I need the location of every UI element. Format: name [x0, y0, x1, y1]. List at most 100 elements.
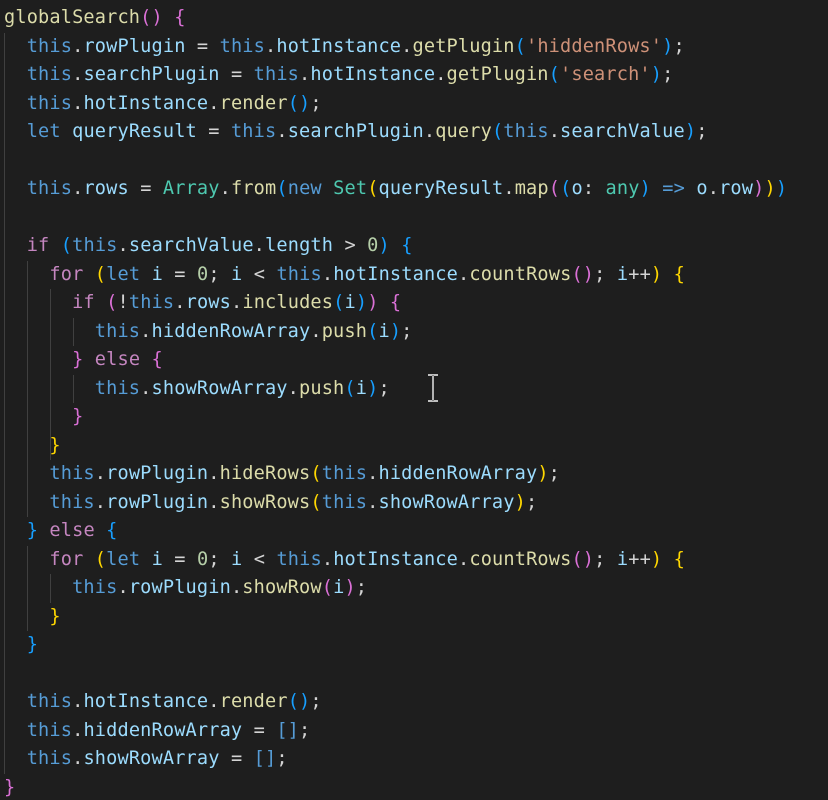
code-line[interactable]: } else {	[4, 346, 163, 375]
code-token: showRow	[242, 577, 322, 598]
code-token: new	[287, 178, 322, 199]
code-token: query	[435, 121, 492, 142]
code-token: .	[94, 491, 107, 513]
code-token: .	[457, 263, 470, 285]
code-line[interactable]: this.rows = Array.from(new Set(queryResu…	[4, 175, 787, 204]
code-line[interactable]: for (let i = 0; i < this.hotInstance.cou…	[4, 546, 685, 575]
code-editor[interactable]: globalSearch() { this.rowPlugin = this.h…	[0, 0, 828, 800]
code-token: .	[219, 178, 231, 199]
code-token: ;	[378, 377, 390, 399]
code-token: this	[26, 35, 73, 57]
code-line[interactable]: if (this.searchValue.length > 0) {	[4, 232, 413, 261]
code-token: =	[162, 263, 197, 285]
code-line[interactable]: } else {	[4, 517, 118, 546]
code-token: (	[94, 263, 107, 285]
code-token: rowPlugin	[106, 463, 209, 484]
code-token: .	[117, 577, 129, 598]
code-token: i	[231, 263, 243, 285]
code-line[interactable]: }	[4, 774, 15, 800]
code-token: searchPlugin	[83, 64, 220, 85]
code-token: showRowArray	[378, 491, 515, 513]
code-line[interactable]: if (!this.rows.includes(i)) {	[4, 289, 401, 318]
code-token: i	[355, 377, 368, 399]
code-token: queryResult	[72, 121, 197, 142]
code-token: }	[49, 434, 61, 456]
code-line[interactable]: }	[4, 603, 61, 632]
code-token: {	[106, 520, 118, 541]
code-token: .	[140, 377, 152, 399]
code-token: this	[49, 491, 95, 513]
code-token: (	[560, 178, 572, 199]
code-line[interactable]: this.showRowArray.push(i);	[4, 375, 390, 404]
code-token: )	[650, 548, 663, 570]
code-token: ;	[673, 35, 685, 57]
code-line[interactable]: this.hotInstance.render();	[4, 688, 322, 717]
code-token: rows	[185, 292, 231, 313]
code-token: )	[753, 178, 765, 199]
code-line[interactable]: }	[4, 631, 38, 660]
code-token: ;	[401, 320, 413, 342]
code-line[interactable]: this.searchPlugin = this.hotInstance.get…	[4, 61, 674, 90]
code-token: {	[174, 7, 186, 28]
code-token: searchPlugin	[287, 121, 424, 142]
code-token: ++	[628, 263, 651, 285]
code-token: ;	[594, 548, 617, 570]
code-token: hideRows	[219, 463, 311, 484]
code-line[interactable]: }	[4, 432, 61, 461]
code-line[interactable]: this.rowPlugin.showRows(this.showRowArra…	[4, 489, 537, 518]
code-token: map	[514, 178, 549, 199]
code-token: .	[548, 121, 561, 142]
code-line[interactable]: this.hotInstance.render();	[4, 90, 322, 119]
code-token: )	[367, 377, 379, 399]
code-token: .	[423, 121, 436, 142]
code-token: hotInstance	[83, 92, 209, 114]
code-token: <	[242, 548, 277, 570]
code-token: this	[72, 577, 118, 598]
code-token: (	[276, 178, 288, 199]
code-token: .	[72, 748, 84, 769]
code-token: .	[321, 263, 334, 285]
code-token: for	[49, 548, 84, 570]
code-line[interactable]: this.showRowArray = [];	[4, 745, 288, 774]
code-token: i	[378, 320, 390, 342]
code-token: .	[208, 463, 220, 484]
code-line[interactable]: this.rowPlugin = this.hotInstance.getPlu…	[4, 33, 685, 62]
code-token: countRows	[469, 263, 572, 285]
code-token: hotInstance	[333, 548, 458, 570]
code-line[interactable]: this.rowPlugin.showRow(i);	[4, 574, 367, 603]
code-token: (	[491, 121, 504, 142]
code-line[interactable]: }	[4, 403, 83, 432]
code-token: i	[231, 548, 243, 570]
code-token: .	[94, 463, 107, 484]
code-line[interactable]: this.hiddenRowArray = [];	[4, 717, 311, 746]
code-token: (	[310, 463, 322, 484]
code-line[interactable]: this.hiddenRowArray.push(i);	[4, 318, 413, 347]
code-line[interactable]: let queryResult = this.searchPlugin.quer…	[4, 118, 708, 147]
code-line[interactable]: for (let i = 0; i < this.hotInstance.cou…	[4, 261, 685, 290]
code-line[interactable]: this.rowPlugin.hideRows(this.hiddenRowAr…	[4, 460, 560, 489]
code-token: ;	[594, 263, 617, 285]
code-token: hotInstance	[276, 35, 402, 57]
code-token: .	[401, 35, 413, 57]
code-token: .	[276, 121, 288, 142]
code-token: .	[287, 377, 300, 399]
code-line[interactable]: globalSearch() {	[4, 4, 186, 33]
code-token: (	[106, 292, 118, 313]
code-token: .	[72, 92, 84, 114]
code-token: .	[140, 320, 152, 342]
code-token: .	[435, 64, 447, 85]
